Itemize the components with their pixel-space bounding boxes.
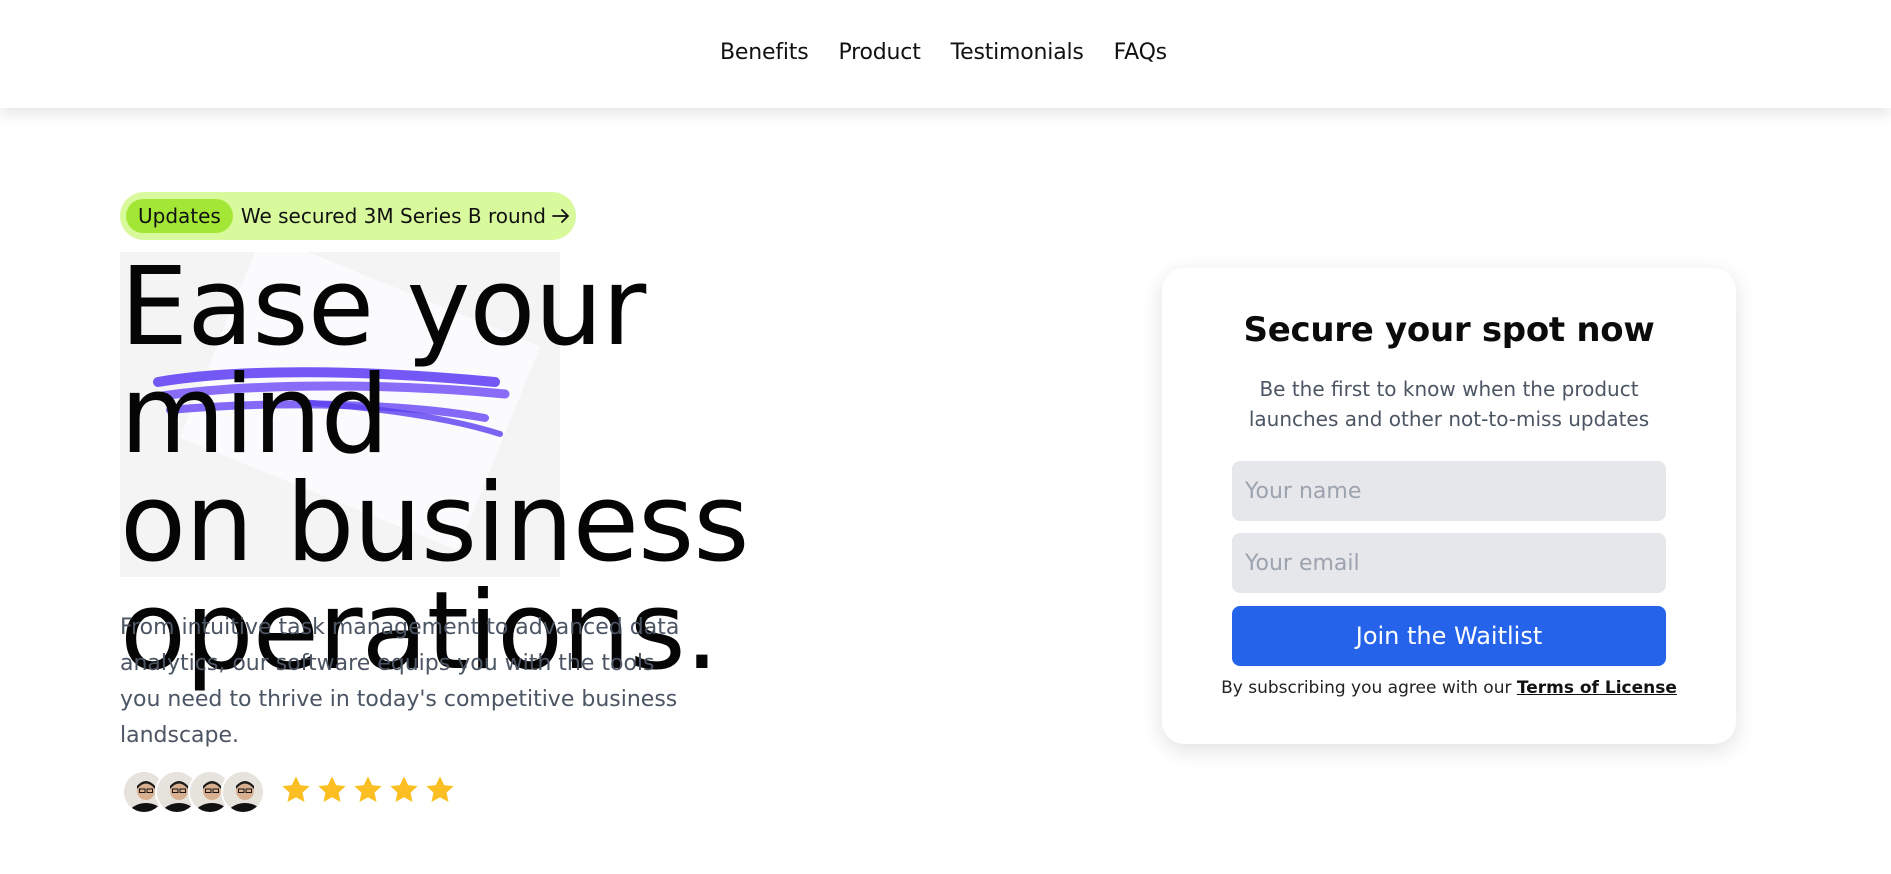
nav-link-faqs[interactable]: FAQs bbox=[1114, 40, 1167, 65]
card-description: Be the first to know when the product la… bbox=[1248, 377, 1650, 431]
terms-note: By subscribing you agree with our Terms … bbox=[1162, 678, 1736, 698]
nav-link-product[interactable]: Product bbox=[838, 40, 920, 65]
nav-link-benefits[interactable]: Benefits bbox=[720, 40, 809, 65]
star-icon bbox=[426, 776, 454, 802]
announcement-badge[interactable]: Updates We secured 3M Series B round bbox=[120, 192, 576, 240]
headline-line-1: Ease your mind bbox=[120, 245, 646, 478]
terms-link[interactable]: Terms of License bbox=[1517, 678, 1677, 698]
arrow-right-icon bbox=[552, 209, 569, 223]
nav-link-testimonials[interactable]: Testimonials bbox=[951, 40, 1084, 65]
star-rating bbox=[280, 774, 456, 806]
main-nav: Benefits Product Testimonials FAQs bbox=[720, 40, 1167, 65]
star-icon bbox=[282, 776, 310, 802]
badge-text: We secured 3M Series B round bbox=[240, 204, 547, 228]
badge-text-wrap: We secured 3M Series B round bbox=[241, 204, 570, 228]
waitlist-card: Secure your spot now Be the first to kno… bbox=[1162, 268, 1736, 744]
star-icon bbox=[390, 776, 418, 802]
terms-prefix: By subscribing you agree with our bbox=[1221, 678, 1512, 698]
star-icon bbox=[318, 776, 346, 802]
badge-tag: Updates bbox=[126, 199, 233, 233]
top-navbar: Benefits Product Testimonials FAQs bbox=[0, 0, 1891, 108]
name-input[interactable] bbox=[1232, 461, 1666, 521]
star-icon bbox=[354, 776, 382, 802]
card-title: Secure your spot now bbox=[1243, 310, 1655, 350]
avatar bbox=[221, 770, 265, 814]
hero-subtext: From intuitive task management to advanc… bbox=[120, 615, 680, 748]
person-icon bbox=[223, 772, 263, 812]
headline-line-2: on business bbox=[120, 461, 750, 586]
avatar-group bbox=[122, 770, 265, 816]
join-waitlist-button[interactable]: Join the Waitlist bbox=[1232, 606, 1666, 666]
email-input[interactable] bbox=[1232, 533, 1666, 593]
